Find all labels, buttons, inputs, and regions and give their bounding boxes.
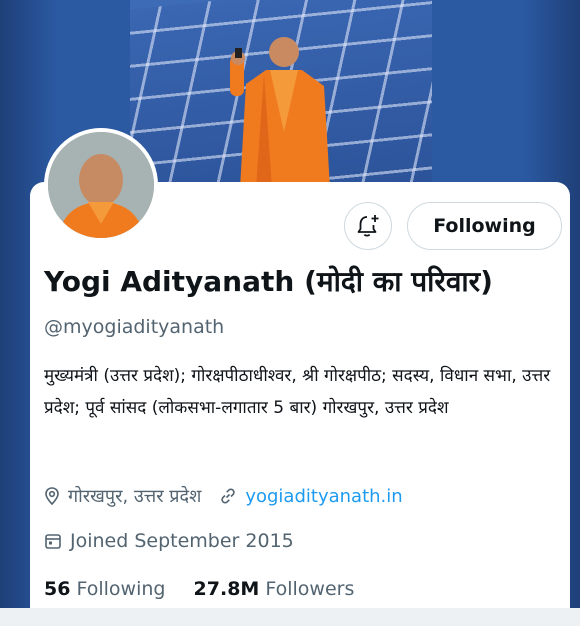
following-button[interactable]: Following: [407, 202, 562, 250]
profile-name: Yogi Adityanath (मोदी का परिवार): [44, 265, 493, 298]
avatar[interactable]: [44, 128, 158, 242]
profile-location: गोरखपुर, उत्तर प्रदेश: [68, 486, 202, 507]
calendar-icon: [44, 532, 62, 550]
bell-plus-icon: [357, 215, 379, 237]
profile-meta-row: गोरखपुर, उत्तर प्रदेश yogiadityanath.in: [44, 484, 403, 508]
profile-website-link[interactable]: yogiadityanath.in: [245, 486, 402, 507]
profile-joined-row: Joined September 2015: [44, 530, 294, 552]
banner-person-image: [230, 37, 330, 188]
profile-banner[interactable]: [130, 0, 432, 188]
followers-stat-link[interactable]: 27.8M Followers: [194, 578, 355, 600]
link-icon: [219, 487, 237, 505]
notifications-button[interactable]: [344, 202, 392, 250]
bottom-strip: [0, 608, 580, 626]
followers-stat-label: Followers: [265, 578, 355, 600]
profile-bio: मुख्यमंत्री (उत्तर प्रदेश); गोरक्षपीठाधी…: [44, 366, 551, 418]
profile-joined: Joined September 2015: [70, 530, 294, 552]
profile-handle: @myogiadityanath: [44, 316, 225, 338]
profile-stats: 56 Following 27.8M Followers: [44, 578, 376, 600]
following-stat-link[interactable]: 56 Following: [44, 578, 165, 600]
followers-count: 27.8M: [193, 578, 260, 600]
following-stat-label: Following: [76, 578, 166, 600]
avatar-photo: [48, 132, 154, 238]
location-icon: [44, 487, 60, 505]
following-count: 56: [44, 578, 71, 600]
